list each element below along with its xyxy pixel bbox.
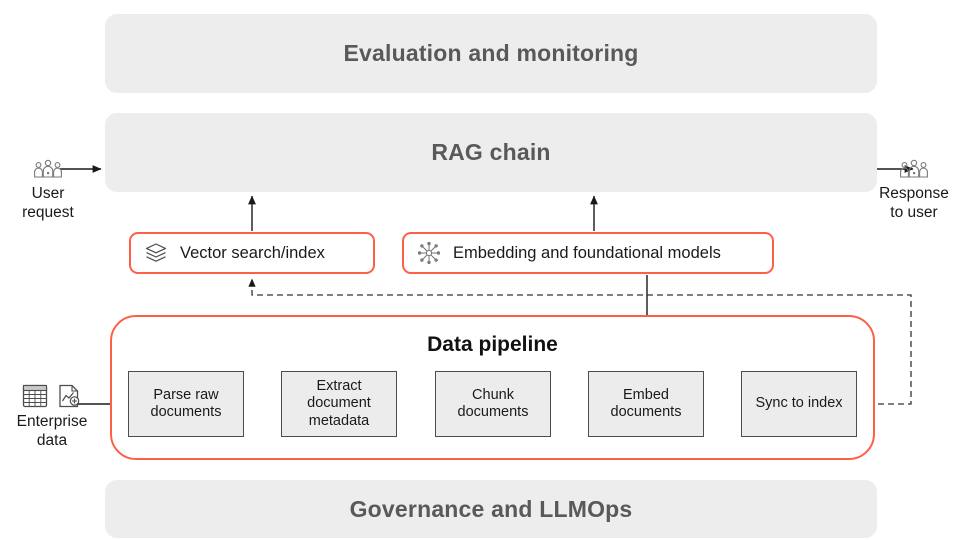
user-request-label: User request bbox=[22, 185, 74, 221]
neural-network-icon bbox=[417, 241, 441, 265]
response-to-user-icon-group bbox=[899, 152, 929, 182]
pipeline-step-sync-to-index[interactable]: Sync to index bbox=[741, 371, 857, 437]
pipeline-step-label: Parse raw documents bbox=[150, 386, 222, 420]
embedding-and-foundational-models-box[interactable]: Embedding and foundational models bbox=[402, 232, 774, 274]
document-chart-icon bbox=[59, 384, 80, 408]
governance-band-label: Governance and LLMOps bbox=[349, 495, 633, 522]
pipeline-step-embed-documents[interactable]: Embed documents bbox=[588, 371, 704, 437]
pipeline-step-extract-document-metadata[interactable]: Extract document metadata bbox=[281, 371, 397, 437]
table-grid-icon bbox=[22, 384, 48, 408]
vector-search-index-box[interactable]: Vector search/index bbox=[129, 232, 375, 274]
pipeline-step-label: Chunk documents bbox=[457, 386, 529, 420]
layer-evaluation-and-monitoring[interactable]: Evaluation and monitoring bbox=[105, 14, 877, 93]
endpoint-response-to-user: Response to user bbox=[866, 152, 960, 223]
pipeline-step-label: Embed documents bbox=[610, 386, 682, 420]
enterprise-data-label: Enterprise data bbox=[16, 413, 88, 449]
rag-chain-band-label: RAG chain bbox=[431, 139, 551, 165]
user-group-icon bbox=[34, 159, 62, 178]
user-group-icon bbox=[900, 159, 928, 178]
response-to-user-label: Response to user bbox=[879, 185, 949, 221]
endpoint-user-request: User request bbox=[0, 152, 96, 223]
layers-stack-icon bbox=[145, 243, 167, 262]
pipeline-step-label: Extract document metadata bbox=[307, 378, 371, 429]
pipeline-step-chunk-documents[interactable]: Chunk documents bbox=[435, 371, 551, 437]
pipeline-step-parse-raw-documents[interactable]: Parse raw documents bbox=[128, 371, 244, 437]
enterprise-data-icon-group bbox=[21, 380, 83, 410]
layer-governance-and-llmops[interactable]: Governance and LLMOps bbox=[105, 480, 877, 538]
user-request-icon-group bbox=[33, 152, 63, 182]
endpoint-enterprise-data: Enterprise data bbox=[2, 380, 102, 451]
layer-rag-chain[interactable]: RAG chain bbox=[105, 113, 877, 192]
diagram-canvas: Evaluation and monitoring RAG chain Gove… bbox=[0, 0, 960, 540]
vector-search-index-label: Vector search/index bbox=[180, 243, 325, 262]
data-pipeline-title: Data pipeline bbox=[427, 333, 558, 356]
pipeline-step-label: Sync to index bbox=[755, 395, 843, 412]
embedding-foundational-models-label: Embedding and foundational models bbox=[453, 243, 721, 262]
evaluation-band-label: Evaluation and monitoring bbox=[343, 40, 639, 66]
